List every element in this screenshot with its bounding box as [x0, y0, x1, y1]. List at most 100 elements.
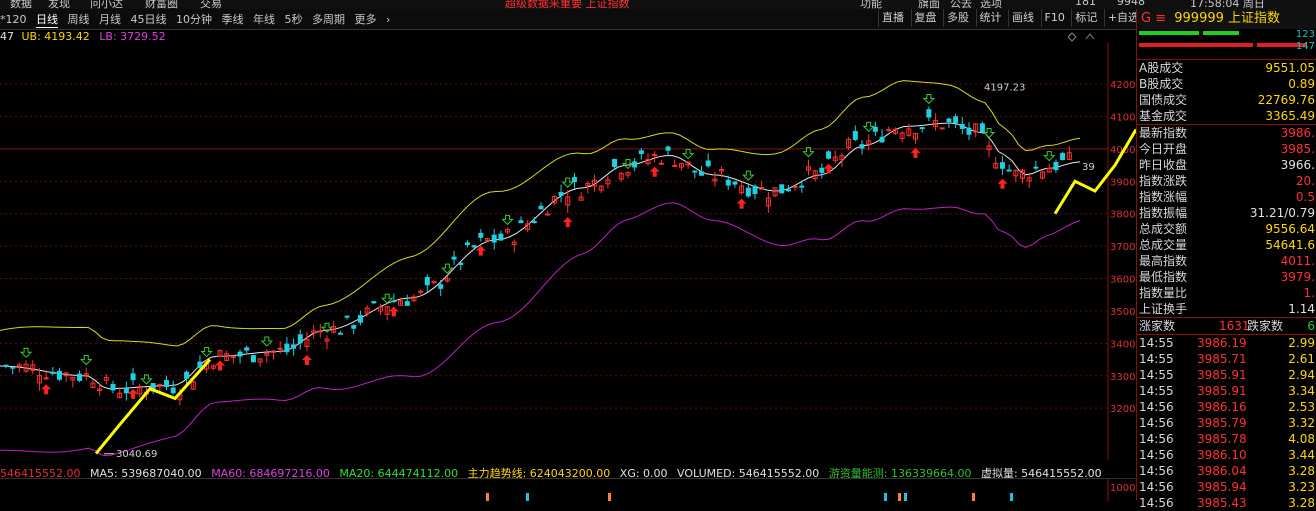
candle-body — [170, 387, 176, 394]
quote-row-label: 国债成交 — [1139, 93, 1188, 107]
candle-body — [317, 330, 323, 333]
menu-public[interactable]: 公去 — [950, 0, 972, 9]
candle-body — [612, 158, 618, 168]
candle-body — [57, 370, 62, 380]
candle-body — [959, 123, 965, 130]
quote-row: 指数量比 1. — [1137, 285, 1316, 301]
tick-time: 14:56 — [1139, 480, 1174, 494]
candle-body — [284, 343, 290, 353]
candle-body — [1060, 152, 1066, 161]
chevron-up-icon[interactable] — [1085, 33, 1095, 40]
menu-function[interactable]: 功能 — [860, 0, 882, 9]
f10-button[interactable]: F10 — [1040, 9, 1068, 27]
tick-volume: 2.94 — [1288, 368, 1315, 382]
quote-row: B股成交 0.89 — [1137, 76, 1316, 92]
down-count: 6 — [1307, 319, 1315, 333]
quote-row-value: 9556.64 — [1265, 222, 1315, 236]
sell-arrow-icon — [742, 170, 755, 181]
tick-volume: 3.34 — [1288, 384, 1315, 398]
quote-row-label: 指数振幅 — [1139, 206, 1188, 220]
stats-button[interactable]: 统计 — [975, 9, 1005, 27]
tick-time: 14:56 — [1139, 448, 1174, 462]
period-more[interactable]: 更多 — [355, 11, 377, 27]
mark-button[interactable]: 标记 — [1071, 9, 1100, 27]
quote-row-value: 3979. — [1280, 270, 1315, 284]
menu-ask[interactable]: 问小达 — [90, 0, 123, 9]
buy-arrow-icon — [388, 306, 399, 317]
tick-time: 14:55 — [1139, 384, 1174, 398]
quote-row: 指数涨跌 20. — [1137, 173, 1316, 189]
candle-body — [1053, 161, 1059, 171]
candle-body — [531, 221, 537, 224]
menu-options[interactable]: 选项 — [980, 0, 1002, 9]
quote-row-label: B股成交 — [1139, 77, 1184, 91]
candle-body — [458, 262, 464, 266]
buy-arrow-icon — [128, 388, 139, 399]
tick-row: 14:56 3985.43 3.28 — [1137, 495, 1316, 511]
live-button[interactable]: 直播 — [878, 9, 907, 27]
quote-code: 999999 — [1174, 11, 1224, 26]
sell-arrow-icon — [982, 128, 996, 139]
candle-body — [658, 162, 664, 165]
candle-body — [792, 185, 798, 188]
quote-row: A股成交 9551.05 — [1137, 60, 1316, 76]
middle-band-line — [0, 122, 1081, 390]
menu-data[interactable]: 数据 — [10, 0, 32, 9]
period-5sec[interactable]: 5秒 — [285, 11, 303, 27]
quote-row-value: 1.14 — [1288, 302, 1315, 316]
up-count: 1631 — [1219, 319, 1250, 333]
quote-row-label: 指数涨幅 — [1139, 190, 1188, 204]
quote-row-value: 4011. — [1280, 254, 1315, 268]
menu-discover[interactable]: 发现 — [48, 0, 70, 9]
period-quarterly[interactable]: 季线 — [222, 11, 244, 27]
candle-body — [371, 301, 377, 304]
low-annotation: 3040.69 — [116, 449, 157, 460]
y-tick-label: 3800 — [1110, 210, 1135, 221]
tick-row: 14:56 3986.04 3.28 — [1137, 463, 1316, 479]
review-button[interactable]: 复盘 — [910, 9, 940, 27]
last-price-annotation: 39 — [1082, 162, 1095, 173]
candle-body — [785, 189, 791, 192]
volume-tick-label: 10000 — [1110, 483, 1136, 494]
trend-highlight-line — [1053, 128, 1136, 215]
kline-chart[interactable]: 3200330034003500360037003800390040004100… — [0, 42, 1136, 460]
trend-highlight-line — [94, 358, 212, 455]
period-weekly[interactable]: 周线 — [68, 11, 90, 27]
draw-line-button[interactable]: 画线 — [1008, 9, 1037, 27]
quote-sidebar: G ≡ 999999 上证指数 123 147 A股成交 9551.05 B股成交 0… — [1136, 9, 1316, 510]
tick-row: 14:55 3985.91 2.94 — [1137, 367, 1316, 383]
menu-trade[interactable]: 交易 — [200, 0, 222, 9]
sell-arrow-icon — [561, 177, 574, 188]
period-daily[interactable]: 日线 — [36, 11, 58, 28]
period-yearly[interactable]: 年线 — [253, 11, 275, 27]
tick-row: 14:55 3985.71 2.61 — [1137, 351, 1316, 367]
period-monthly[interactable]: 月线 — [99, 11, 121, 27]
buy-arrow-icon — [41, 384, 52, 395]
tick-price: 3986.10 — [1197, 448, 1247, 462]
diamond-icon[interactable] — [1068, 32, 1077, 42]
candle-body — [123, 387, 129, 394]
menu-fortune[interactable]: 财富圈 — [145, 0, 178, 9]
tick-time: 14:56 — [1139, 416, 1174, 430]
candle-body — [665, 146, 671, 151]
quote-prefix: G ≡ — [1141, 11, 1167, 26]
menu-flag[interactable]: 旗面 — [918, 0, 940, 9]
candle-body — [692, 170, 698, 173]
breadth-row: 涨家数 1631 跌家数 6 — [1137, 317, 1316, 335]
multi-stock-button[interactable]: 多股 — [943, 9, 972, 27]
bar-value-2: 147 — [1295, 41, 1315, 52]
tick-volume: 3.28 — [1288, 464, 1315, 478]
quote-row-label: 昨日收盘 — [1139, 158, 1188, 172]
more-chevron-icon[interactable]: › — [386, 13, 390, 26]
candle-body — [277, 347, 283, 350]
candle-body — [799, 185, 805, 188]
sell-arrow-icon — [19, 347, 33, 358]
period-45day[interactable]: 45日线 — [131, 11, 167, 27]
quote-row: 总成交额 9556.64 — [1137, 221, 1316, 237]
candle-body — [291, 344, 297, 349]
candle-body — [391, 300, 397, 303]
candle-body — [939, 127, 945, 130]
tick-price: 3985.78 — [1197, 432, 1247, 446]
period-multi[interactable]: 多周期 — [312, 11, 345, 27]
period-10min[interactable]: 10分钟 — [176, 11, 212, 27]
